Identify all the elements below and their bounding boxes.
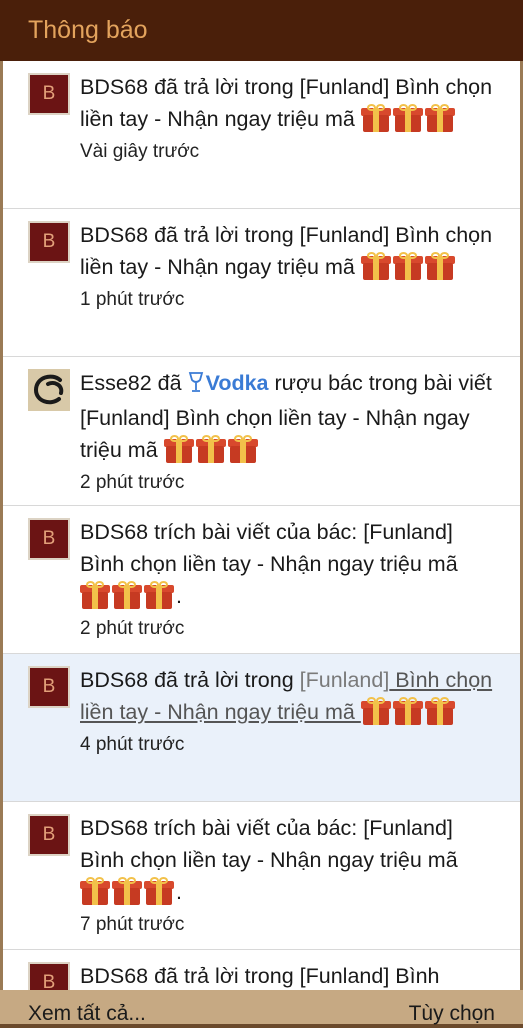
header-title: Thông báo <box>28 16 148 44</box>
gift-emoji-group <box>163 434 260 466</box>
notification-text[interactable]: BDS68 trích bài viết của bác: [Funland] … <box>80 812 500 908</box>
gift-icon <box>424 104 455 132</box>
vodka-link[interactable]: Vodka <box>206 371 269 395</box>
gift-icon <box>144 877 174 905</box>
notification-item[interactable]: B BDS68 đã trả lời trong [Funland] Bình … <box>3 209 520 357</box>
timestamp: 2 phút trước <box>80 618 185 639</box>
notification-text[interactable]: BDS68 đã trả lời trong [Funland] Bình ch… <box>80 71 500 135</box>
notification-item[interactable]: Esse82 đã Vodka rượu bác trong bài viết … <box>3 357 520 506</box>
notification-text[interactable]: BDS68 đã trả lời trong [Funland] Bình <box>80 960 500 990</box>
gift-icon <box>392 252 423 280</box>
avatar[interactable]: B <box>28 73 70 115</box>
avatar[interactable]: B <box>28 518 70 560</box>
gift-icon <box>360 104 391 132</box>
gift-icon <box>360 252 391 280</box>
gift-emoji-group <box>80 876 176 908</box>
gift-icon <box>392 697 423 725</box>
gift-emoji-group <box>360 696 457 728</box>
gift-icon <box>112 581 142 609</box>
gift-icon <box>424 252 455 280</box>
notification-text[interactable]: BDS68 đã trả lời trong [Funland] Bình ch… <box>80 219 500 283</box>
notifications-footer: Xem tất cả... Tùy chọn <box>0 990 523 1025</box>
notification-text[interactable]: Esse82 đã Vodka rượu bác trong bài viết … <box>80 367 500 466</box>
timestamp: 4 phút trước <box>80 734 185 755</box>
gift-emoji-group <box>360 103 457 135</box>
swirl-avatar-icon <box>33 374 64 405</box>
gift-icon <box>144 581 174 609</box>
avatar[interactable]: B <box>28 962 70 990</box>
notification-text[interactable]: BDS68 trích bài viết của bác: [Funland] … <box>80 516 500 612</box>
gift-icon <box>195 435 226 463</box>
notification-list[interactable]: B BDS68 đã trả lời trong [Funland] Bình … <box>3 61 520 990</box>
gift-icon <box>80 581 110 609</box>
gift-icon <box>424 697 455 725</box>
timestamp: 1 phút trước <box>80 289 185 310</box>
notification-item[interactable]: B BDS68 đã trả lời trong [Funland] Bình <box>3 950 520 990</box>
gift-icon <box>392 104 423 132</box>
gift-emoji-group <box>80 580 176 612</box>
gift-icon <box>360 697 391 725</box>
notification-item-highlighted[interactable]: B BDS68 đã trả lời trong [Funland] Bình … <box>3 654 520 802</box>
gift-icon <box>80 877 110 905</box>
gift-icon <box>163 435 194 463</box>
gift-icon <box>227 435 258 463</box>
user-avatar[interactable] <box>28 369 70 411</box>
notification-item[interactable]: B BDS68 đã trả lời trong [Funland] Bình … <box>3 61 520 209</box>
gift-emoji-group <box>360 251 457 283</box>
timestamp: 7 phút trước <box>80 914 185 935</box>
notification-text[interactable]: BDS68 đã trả lời trong [Funland] Bình ch… <box>80 664 500 728</box>
notification-item[interactable]: B BDS68 trích bài viết của bác: [Funland… <box>3 506 520 654</box>
avatar[interactable]: B <box>28 814 70 856</box>
avatar[interactable]: B <box>28 666 70 708</box>
notification-item[interactable]: B BDS68 trích bài viết của bác: [Funland… <box>3 802 520 950</box>
wine-glass-icon <box>188 370 204 402</box>
forum-tag[interactable]: [Funland] <box>300 668 390 692</box>
timestamp: 2 phút trước <box>80 472 185 493</box>
gift-icon <box>112 877 142 905</box>
timestamp: Vài giây trước <box>80 141 200 162</box>
notifications-header: Thông báo <box>0 0 523 61</box>
avatar[interactable]: B <box>28 221 70 263</box>
